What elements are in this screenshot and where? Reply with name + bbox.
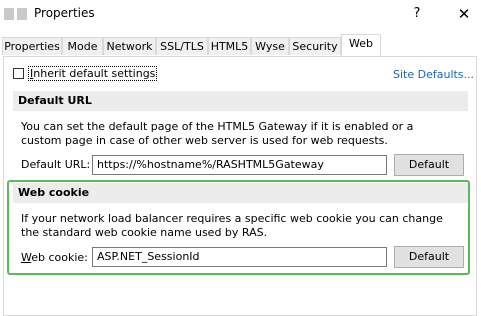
default-url-description: You can set the default page of the HTML… — [21, 120, 414, 147]
tab-web[interactable]: Web — [341, 34, 381, 56]
site-defaults-link[interactable]: Site Defaults... — [393, 68, 474, 81]
app-icon — [4, 8, 28, 20]
tab-security[interactable]: Security — [289, 37, 341, 55]
tab-mode[interactable]: Mode — [62, 37, 103, 55]
default-url-label: Default URL: — [21, 158, 91, 171]
inherit-default-settings-label[interactable]: Inherit default settings — [28, 66, 158, 81]
tab-properties[interactable]: Properties — [2, 37, 62, 55]
tab-ssl-tls[interactable]: SSL/TLS — [156, 37, 208, 55]
tab-html5[interactable]: HTML5 — [208, 37, 251, 55]
inherit-label-text: nherit default settings — [33, 67, 156, 80]
inherit-default-settings-checkbox[interactable] — [13, 68, 24, 79]
window-title: Properties — [34, 6, 95, 20]
default-url-default-button[interactable]: Default — [394, 154, 464, 176]
web-cookie-highlight-box — [7, 180, 470, 275]
help-button[interactable]: ? — [402, 3, 432, 25]
tab-network[interactable]: Network — [103, 37, 156, 55]
default-url-section-header: Default URL — [13, 91, 468, 111]
tab-wyse[interactable]: Wyse — [251, 37, 289, 55]
close-button[interactable]: ✕ — [450, 3, 478, 25]
tab-strip: Properties Mode Network SSL/TLS HTML5 Wy… — [0, 34, 481, 58]
default-url-input[interactable]: https://%hostname%/RASHTML5Gateway — [92, 155, 387, 175]
title-bar: Properties ? ✕ — [0, 0, 481, 28]
